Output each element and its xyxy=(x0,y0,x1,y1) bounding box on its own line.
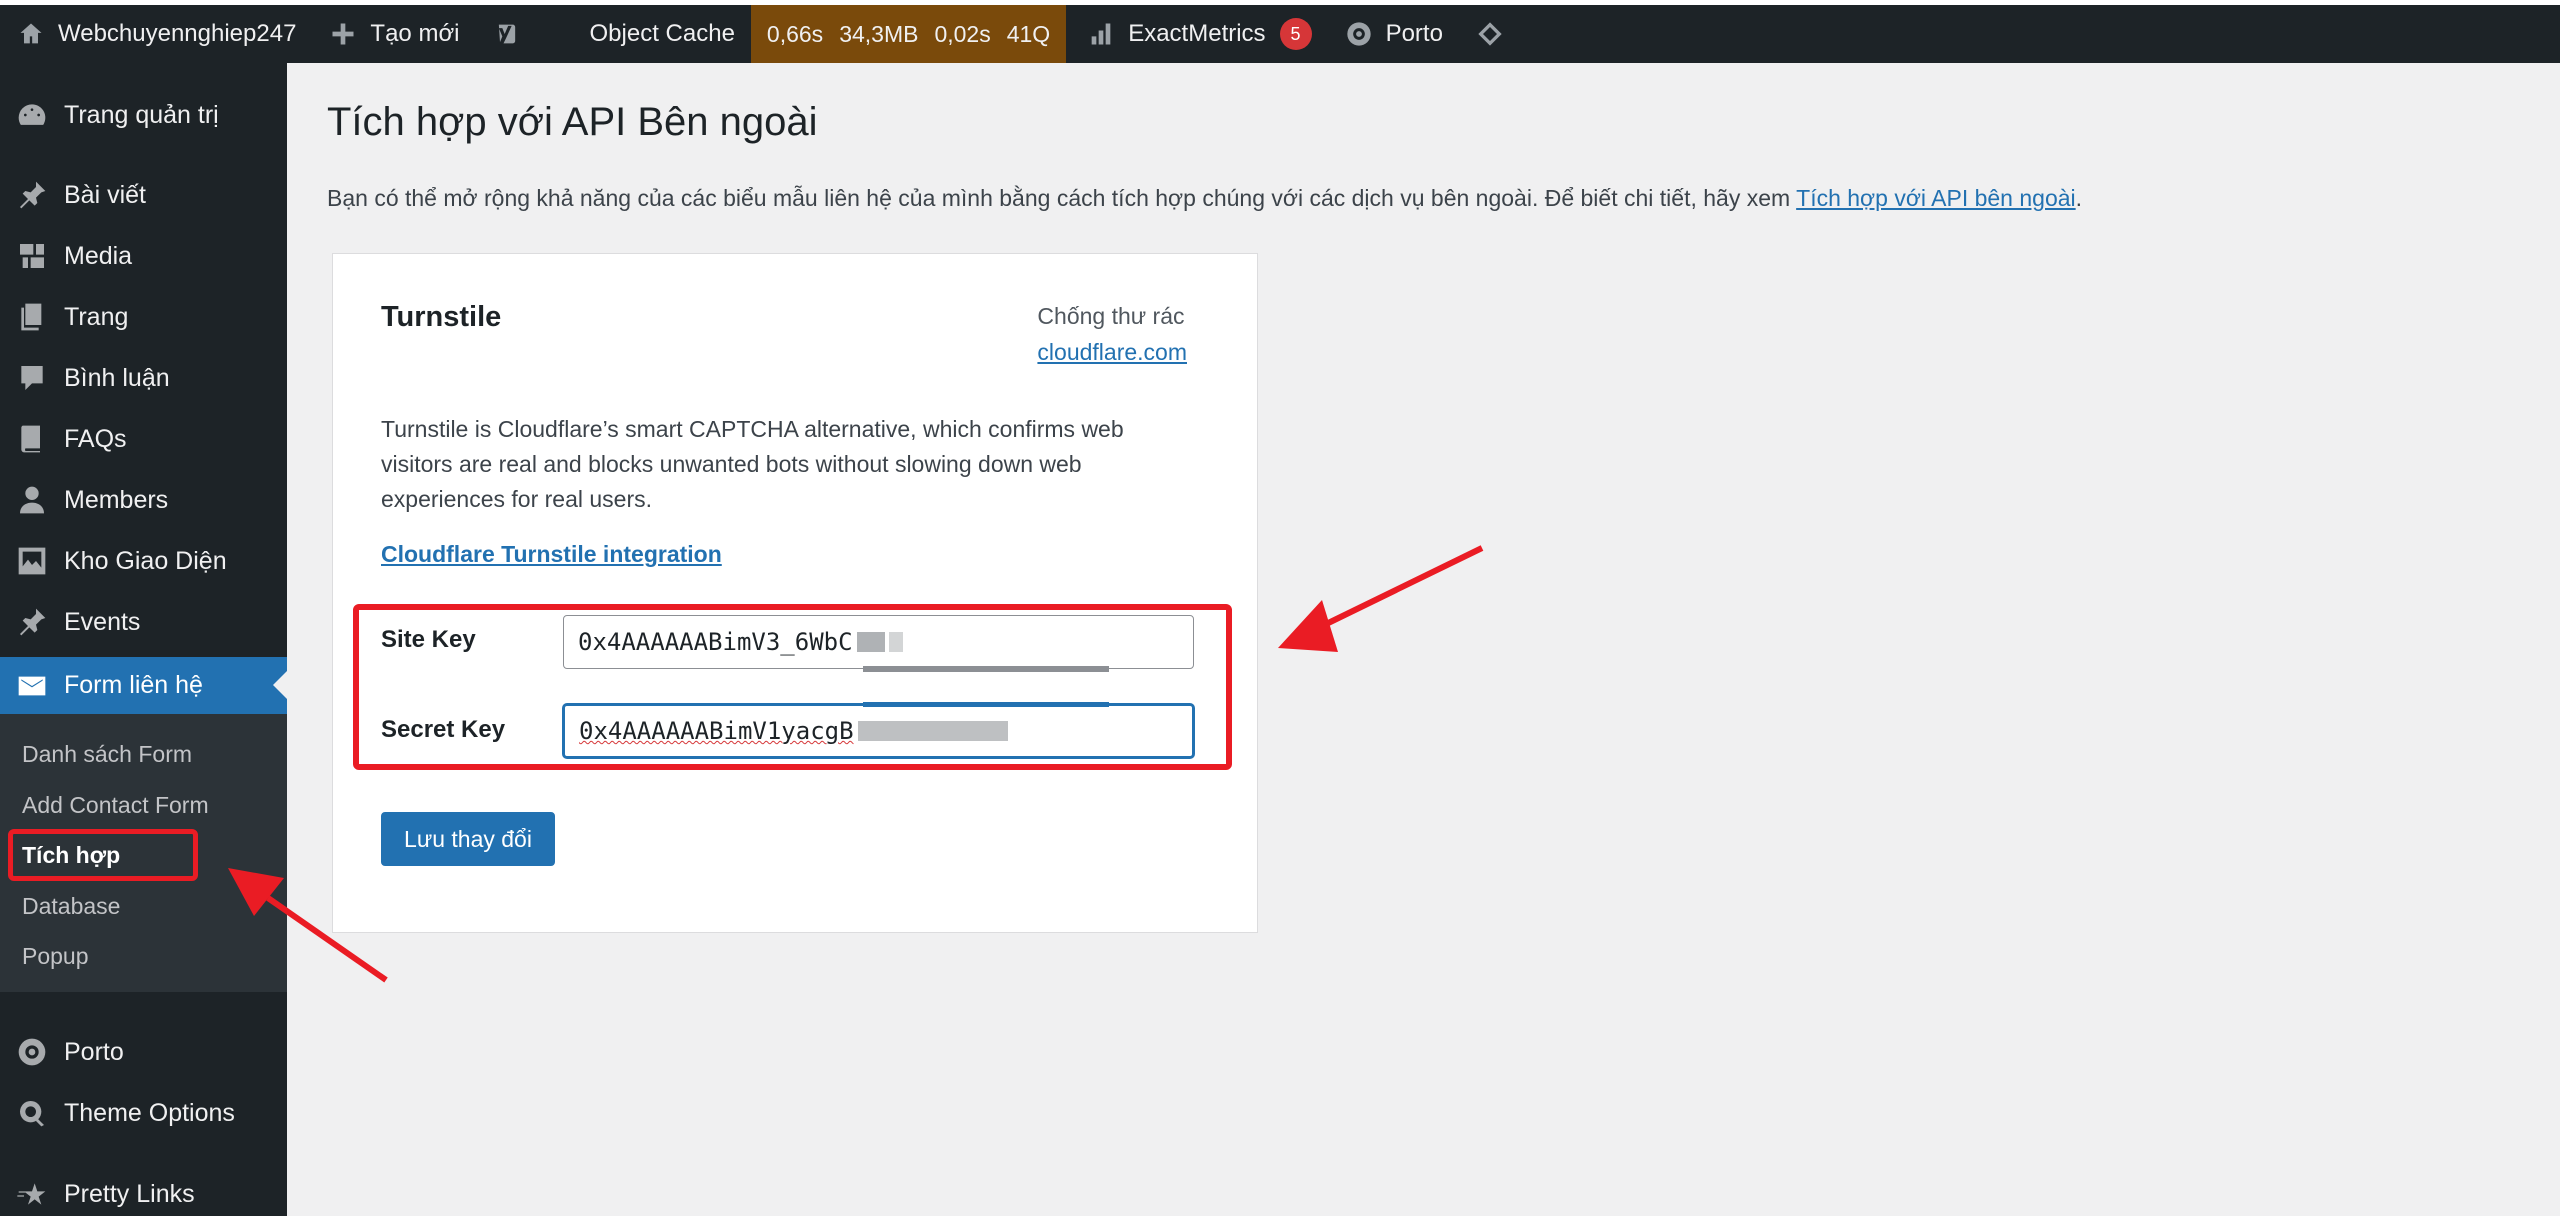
page-icon xyxy=(0,301,64,333)
porto-link[interactable]: Porto xyxy=(1328,5,1459,63)
menu-label: Events xyxy=(64,607,141,636)
menu-label: FAQs xyxy=(64,424,127,453)
comment-icon xyxy=(0,362,64,394)
menu-dashboard[interactable]: Trang quản trị xyxy=(0,87,287,143)
card-category: Chống thư rác cloudflare.com xyxy=(1037,298,1187,370)
diamond-icon xyxy=(1475,19,1505,49)
admin-sidebar: Trang quản trị Bài viết Media Trang Bình… xyxy=(0,63,287,1216)
intro-end: . xyxy=(2075,185,2083,211)
menu-contact-form[interactable]: Form liên hệ xyxy=(0,657,287,714)
integration-docs-link[interactable]: Tích hợp với API bên ngoài xyxy=(1796,185,2076,211)
menu-label: Trang quản trị xyxy=(64,100,219,129)
exactmetrics-badge: 5 xyxy=(1279,18,1312,50)
menu-members[interactable]: Members xyxy=(0,472,287,528)
gear-search-icon xyxy=(0,1097,64,1129)
submenu-database[interactable]: Database xyxy=(22,893,120,920)
menu-events[interactable]: Events xyxy=(0,594,287,650)
gallery-icon xyxy=(0,545,64,577)
new-content-label: Tạo mới xyxy=(370,20,460,47)
query-monitor-link[interactable]: 0,66s 34,3MB 0,02s 41Q xyxy=(750,5,1067,63)
card-title: Turnstile xyxy=(381,301,502,333)
menu-comments[interactable]: Bình luận xyxy=(0,350,287,406)
menu-posts[interactable]: Bài viết xyxy=(0,167,287,223)
menu-media[interactable]: Media xyxy=(0,228,287,284)
menu-label: Kho Giao Diện xyxy=(64,546,227,575)
menu-pretty-links[interactable]: Pretty Links xyxy=(0,1166,287,1216)
user-icon xyxy=(0,484,64,516)
category-label: Chống thư rác xyxy=(1037,303,1185,329)
menu-label: Members xyxy=(64,485,169,514)
porto-icon xyxy=(1344,19,1374,49)
intro-text: Bạn có thể mở rộng khả năng của các biểu… xyxy=(327,185,2082,212)
admin-bar: Webchuyennghiep247 Tạo mới Object Cache … xyxy=(0,5,2560,63)
submenu-popup[interactable]: Popup xyxy=(22,943,89,970)
site-name-link[interactable]: Webchuyennghiep247 xyxy=(0,5,312,63)
perf-time: 0,66s xyxy=(766,20,824,47)
menu-label: Form liên hệ xyxy=(64,671,203,699)
diamond-link[interactable] xyxy=(1459,5,1533,63)
annotation-keys-box xyxy=(353,604,1232,770)
page-title: Tích hợp với API Bên ngoài xyxy=(327,100,818,144)
annotation-menu-box xyxy=(8,829,198,881)
submenu-form-list[interactable]: Danh sách Form xyxy=(22,741,192,768)
exactmetrics-link[interactable]: ExactMetrics 5 xyxy=(1066,5,1327,63)
menu-label: Bài viết xyxy=(64,180,146,209)
card-description: Turnstile is Cloudflare’s smart CAPTCHA … xyxy=(381,416,1124,512)
menu-pages[interactable]: Trang xyxy=(0,289,287,345)
pin-icon xyxy=(0,606,64,638)
cloudflare-link[interactable]: cloudflare.com xyxy=(1037,339,1187,365)
menu-label: Pretty Links xyxy=(64,1179,195,1208)
star-icon xyxy=(0,1178,64,1210)
yoast-icon xyxy=(492,19,522,49)
yoast-link[interactable] xyxy=(476,5,574,63)
perf-db-time: 0,02s xyxy=(934,20,991,47)
bar-chart-icon xyxy=(1086,19,1116,49)
turnstile-card: Turnstile Chống thư rác cloudflare.com T… xyxy=(332,253,1258,933)
porto-label: Porto xyxy=(1385,20,1443,47)
home-icon xyxy=(16,19,46,49)
menu-label: Trang xyxy=(64,302,129,331)
menu-label: Theme Options xyxy=(64,1098,235,1127)
book-icon xyxy=(0,423,64,455)
dashboard-icon xyxy=(0,99,64,131)
turnstile-integration-link[interactable]: Cloudflare Turnstile integration xyxy=(381,541,722,568)
perf-memory: 34,3MB xyxy=(839,20,919,47)
intro-body: Bạn có thể mở rộng khả năng của các biểu… xyxy=(327,185,1797,211)
mail-icon xyxy=(0,670,64,702)
submenu-add-contact-form[interactable]: Add Contact Form xyxy=(22,792,209,819)
annotation-arrow-keys xyxy=(1278,545,1484,652)
menu-label: Porto xyxy=(64,1037,124,1066)
porto-icon xyxy=(0,1036,64,1068)
perf-queries: 41Q xyxy=(1006,20,1051,47)
menu-label: Media xyxy=(64,241,133,270)
menu-porto[interactable]: Porto xyxy=(0,1024,287,1080)
pin-icon xyxy=(0,179,64,211)
save-button[interactable]: Lưu thay đổi xyxy=(381,812,555,866)
menu-label: Bình luận xyxy=(64,363,170,392)
media-icon xyxy=(0,240,64,272)
menu-faqs[interactable]: FAQs xyxy=(0,411,287,467)
object-cache-label: Object Cache xyxy=(589,20,735,47)
site-name: Webchuyennghiep247 xyxy=(58,20,297,47)
menu-theme-options[interactable]: Theme Options xyxy=(0,1085,287,1141)
exactmetrics-label: ExactMetrics xyxy=(1128,20,1266,47)
plus-icon xyxy=(328,19,358,49)
object-cache-link[interactable]: Object Cache xyxy=(574,5,751,63)
new-content-link[interactable]: Tạo mới xyxy=(312,5,475,63)
menu-gallery[interactable]: Kho Giao Diện xyxy=(0,533,287,589)
